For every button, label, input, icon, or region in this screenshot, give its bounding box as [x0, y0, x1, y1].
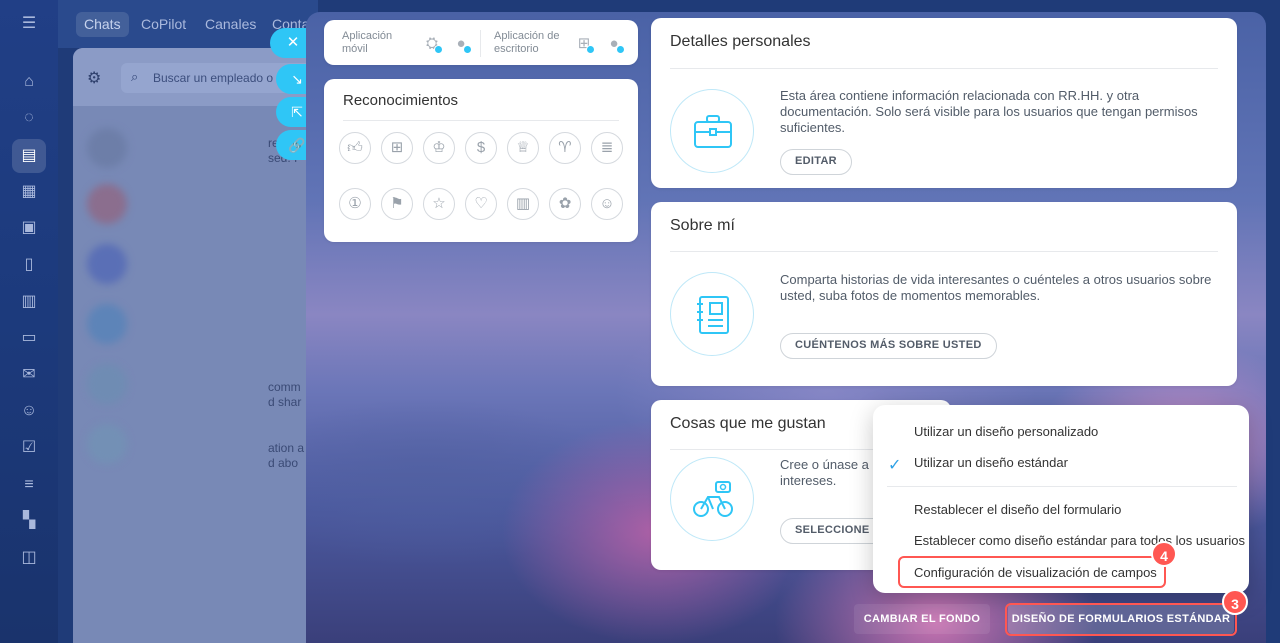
tab-canales[interactable]: Canales — [197, 12, 264, 37]
menu-item-reset-layout[interactable]: Restablecer el diseño del formulario — [914, 502, 1121, 517]
crown-icon[interactable]: ♕ — [507, 132, 539, 164]
download-icon — [434, 45, 443, 54]
step-number-badge: 4 — [1151, 541, 1177, 567]
filter-settings-icon[interactable]: ⚙ — [87, 68, 101, 88]
tab-copilot[interactable]: CoPilot — [133, 12, 194, 37]
apps-card: Aplicación móvil ⛭ ● Aplicación de escri… — [324, 20, 638, 65]
tell-us-more-button[interactable]: CUÉNTENOS MÁS SOBRE USTED — [780, 333, 997, 359]
recognitions-title: Reconocimientos — [343, 92, 459, 109]
tab-chats[interactable]: Chats — [76, 12, 129, 37]
likes-description: Cree o únase a n intereses. — [780, 457, 880, 488]
personal-details-description: Esta área contiene información relaciona… — [780, 88, 1198, 135]
flag-icon[interactable]: ⚑ — [381, 188, 413, 220]
desktop-app-label: Aplicación de escritorio — [494, 30, 560, 55]
avatar[interactable] — [87, 128, 127, 168]
chat-preview-text: d abo — [268, 456, 299, 470]
menu-icon[interactable]: ☰ — [19, 14, 39, 34]
download-icon — [586, 45, 595, 54]
personal-details-card: Detalles personales Esta área contiene i… — [651, 18, 1237, 188]
beer-icon[interactable]: ▥ — [507, 188, 539, 220]
checklist-icon[interactable]: ☑ — [19, 438, 39, 458]
avatar[interactable] — [87, 244, 127, 284]
mail-icon[interactable]: ✉ — [19, 365, 39, 385]
left-navigation-rail: ☰ ⌂ ◌ ▤ ▦ ▣ ▯ ▥ ▭ ✉ ☺ ☑ ≡ ▚ ◫ — [0, 0, 58, 643]
avatar[interactable] — [87, 424, 127, 464]
divider — [670, 68, 1218, 69]
flower-icon[interactable]: ✿ — [549, 188, 581, 220]
thumbs-up-icon[interactable]: 👍︎ — [339, 132, 371, 164]
cocktail-icon[interactable]: ♈ — [549, 132, 581, 164]
gift-icon[interactable]: ⊞ — [381, 132, 413, 164]
chat-preview-text: d shar — [268, 395, 302, 409]
chat-preview-text: ation a — [268, 441, 305, 455]
menu-item-custom-layout[interactable]: Utilizar un diseño personalizado — [914, 424, 1098, 439]
briefcase-icon — [670, 89, 754, 173]
heart-icon[interactable]: ♡ — [465, 188, 497, 220]
check-icon: ✓ — [888, 457, 902, 474]
avatar[interactable] — [87, 364, 127, 404]
download-icon — [616, 45, 625, 54]
apps-icon[interactable]: ▚ — [19, 511, 39, 531]
avatar[interactable] — [87, 304, 127, 344]
divider — [480, 30, 481, 57]
download-icon — [463, 45, 472, 54]
messenger-icon[interactable]: ▤ — [12, 139, 46, 173]
number-one-icon[interactable]: ① — [339, 188, 371, 220]
store-icon[interactable]: ◫ — [19, 548, 39, 568]
search-icon: ⌕ — [131, 69, 139, 84]
menu-item-standard-layout[interactable]: Utilizar un diseño estándar — [914, 455, 1068, 470]
star-icon[interactable]: ☆ — [423, 188, 455, 220]
groups-icon[interactable]: ☺ — [19, 401, 39, 421]
cake-icon[interactable]: ≣ — [591, 132, 623, 164]
menu-item-set-standard-for-all[interactable]: Establecer como diseño estándar para tod… — [914, 533, 1245, 548]
personal-details-title: Detalles personales — [670, 33, 811, 50]
step-highlight — [898, 556, 1166, 588]
trophy-icon[interactable]: ♔ — [423, 132, 455, 164]
smile-icon[interactable]: ☺ — [591, 188, 623, 220]
step-number-badge: 3 — [1222, 589, 1248, 615]
edit-button[interactable]: EDITAR — [780, 149, 852, 175]
feed-icon[interactable]: ◌ — [19, 108, 39, 128]
divider — [343, 120, 619, 121]
divider — [670, 251, 1218, 252]
about-me-title: Sobre mí — [670, 217, 735, 234]
search-placeholder: Buscar un empleado o — [153, 71, 274, 85]
documents-icon[interactable]: ▯ — [19, 255, 39, 275]
recognitions-card: Reconocimientos 👍︎ ⊞ ♔ $ ♕ ♈ ≣ ① ⚑ ☆ ♡ ▥… — [324, 79, 638, 242]
about-me-description: Comparta historias de vida interesantes … — [780, 272, 1212, 303]
filter-icon[interactable]: ≡ — [19, 475, 39, 495]
likes-title: Cosas que me gustan — [670, 415, 826, 432]
home-icon[interactable]: ⌂ — [19, 72, 39, 92]
notebook-icon — [670, 272, 754, 356]
avatar[interactable] — [87, 184, 127, 224]
bicycle-camera-icon — [670, 457, 754, 541]
boards-icon[interactable]: ▥ — [19, 292, 39, 312]
step-highlight — [1005, 603, 1237, 636]
crm-icon[interactable]: ▭ — [19, 328, 39, 348]
change-background-button[interactable]: CAMBIAR EL FONDO — [854, 604, 990, 634]
divider — [887, 486, 1237, 487]
mobile-app-label: Aplicación móvil — [342, 30, 393, 55]
calendar-icon[interactable]: ▣ — [19, 218, 39, 238]
tasks-icon[interactable]: ▦ — [19, 182, 39, 202]
money-bag-icon[interactable]: $ — [465, 132, 497, 164]
chat-preview-text: comm — [268, 380, 301, 394]
about-me-card: Sobre mí Comparta historias de vida inte… — [651, 202, 1237, 386]
